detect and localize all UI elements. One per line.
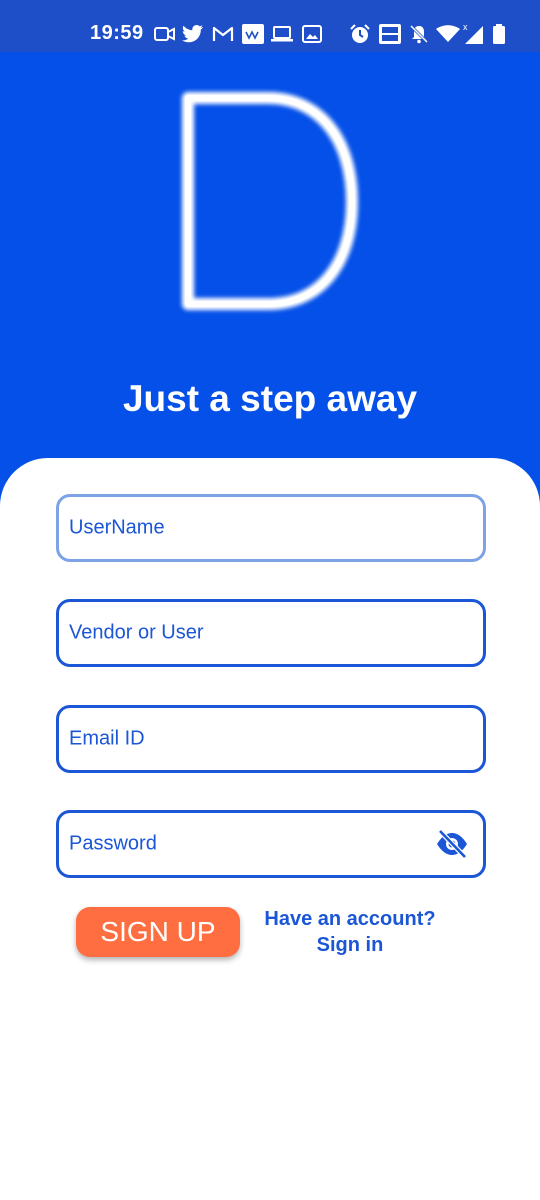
account-question-text: Have an account? [264,908,436,930]
vendor-or-user-label: Vendor or User [69,621,204,644]
image-icon [301,24,323,44]
volte-icon [378,24,402,44]
app-badge-icon [241,24,265,44]
app-logo [182,92,358,310]
signin-text[interactable]: Sign in [250,932,450,958]
signup-button[interactable]: SIGN UP [76,907,240,957]
password-visibility-off-icon[interactable] [435,830,469,858]
gmail-icon [212,24,234,44]
alarm-icon [348,24,372,44]
password-field[interactable]: Password [56,810,486,878]
vendor-or-user-field[interactable]: Vendor or User [56,599,486,667]
page-title: Just a step away [122,378,418,419]
wifi-icon [436,24,460,44]
svg-text:x: x [463,23,468,32]
password-label: Password [69,832,157,855]
username-field[interactable]: UserName [56,494,486,562]
status-time: 19:59 [90,22,144,44]
twitter-icon [182,24,204,44]
notifications-off-icon [408,24,430,44]
status-bar: 19:59 x [0,0,540,52]
signal-icon: x [462,23,486,44]
email-field[interactable]: Email ID [56,705,486,773]
signin-link[interactable]: Have an account? Sign in [250,906,450,958]
video-camera-icon [154,24,176,44]
laptop-icon [270,24,294,44]
username-label: UserName [69,516,165,539]
battery-icon [492,24,506,44]
email-label: Email ID [69,727,145,750]
